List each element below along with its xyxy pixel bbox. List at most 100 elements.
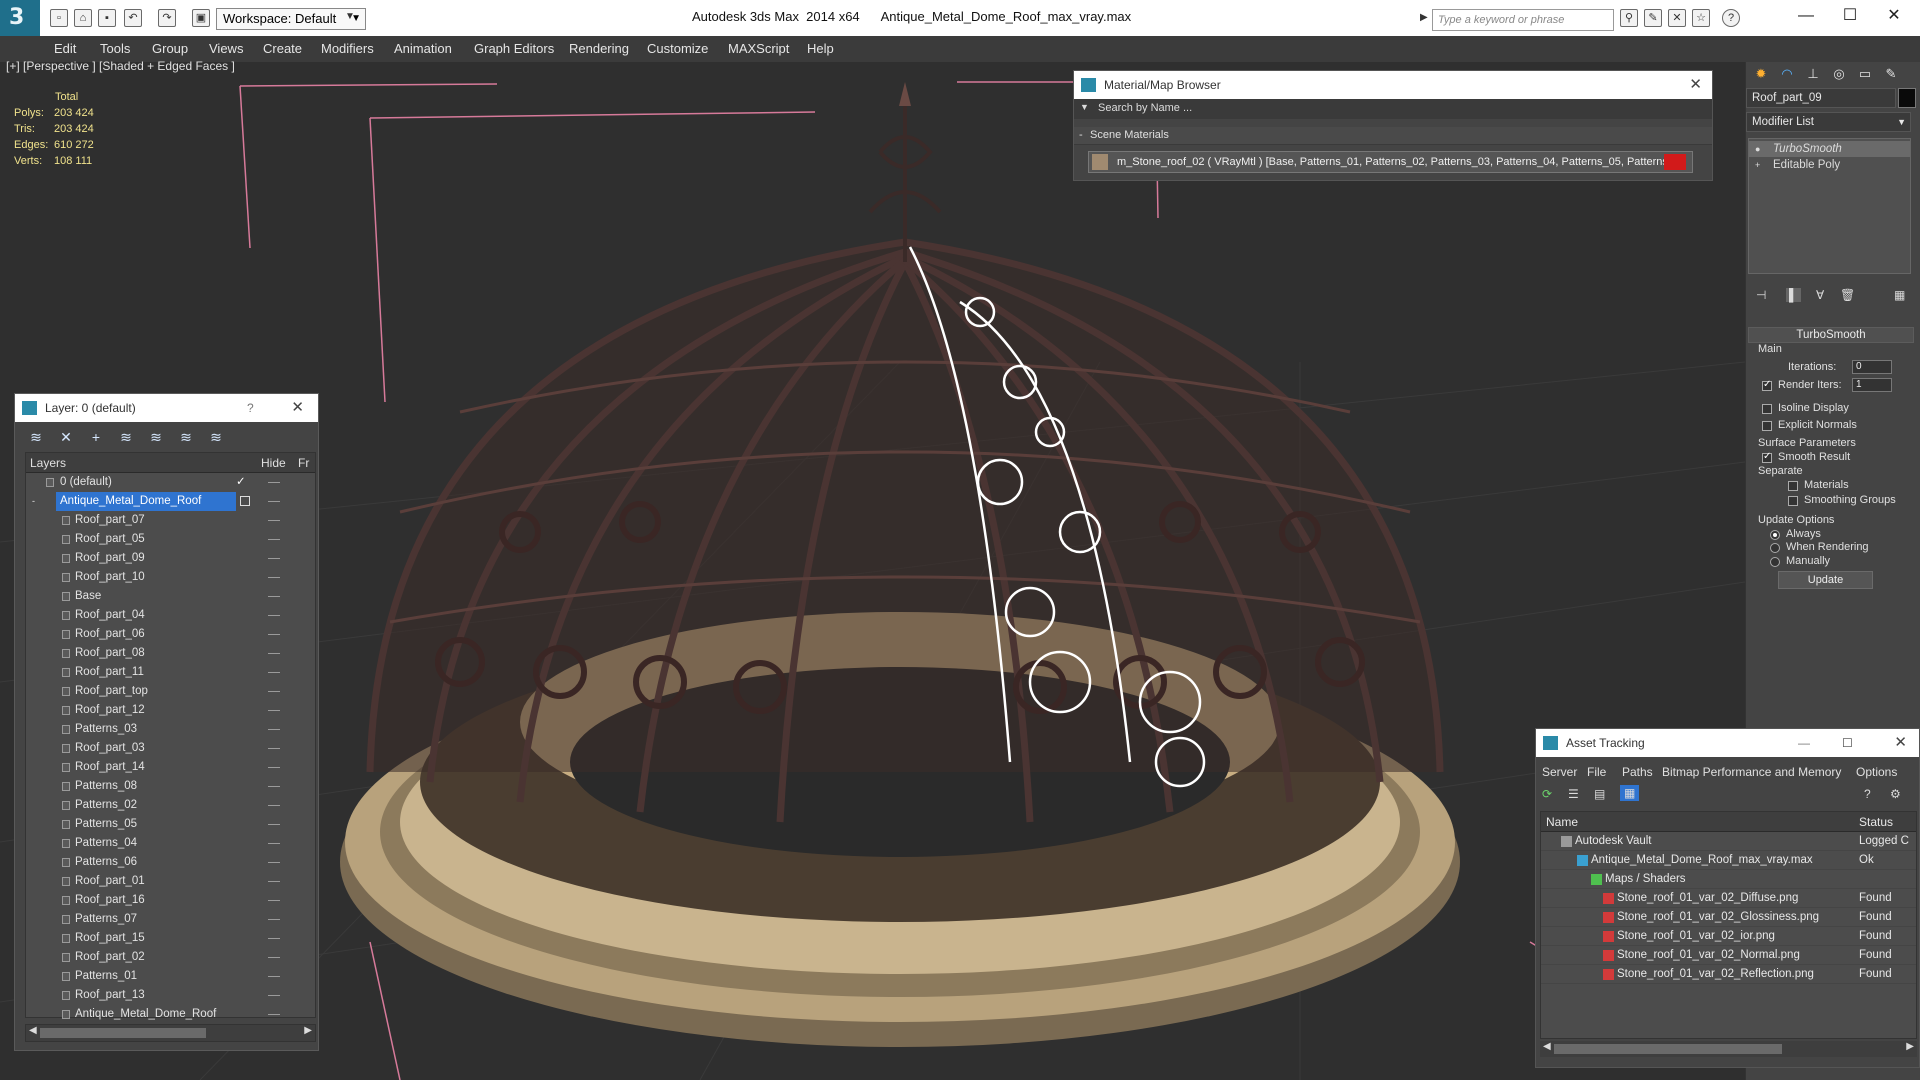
iterations-spinner[interactable]: 0 <box>1852 360 1892 374</box>
layer-object-row[interactable]: Patterns_03 <box>26 720 315 739</box>
object-name-field[interactable]: Roof_part_09 <box>1746 88 1896 108</box>
scroll-thumb[interactable] <box>1554 1044 1782 1054</box>
asset-menu-server[interactable]: Server <box>1542 765 1577 779</box>
help-icon[interactable]: ? <box>1722 9 1740 27</box>
asset-menu-paths[interactable]: Paths <box>1622 765 1653 779</box>
layer-object-row[interactable]: Roof_part_04 <box>26 606 315 625</box>
hide-toggle[interactable] <box>268 539 280 540</box>
layer-object-row[interactable]: Patterns_07 <box>26 910 315 929</box>
col-layers[interactable]: Layers <box>30 456 66 470</box>
asset-menu-file[interactable]: File <box>1587 765 1606 779</box>
maximize-icon[interactable]: ☐ <box>1842 729 1853 757</box>
layer-object-row[interactable]: Roof_part_07 <box>26 511 315 530</box>
menu-animation[interactable]: Animation <box>394 41 452 56</box>
hide-toggle[interactable] <box>268 900 280 901</box>
workspace-more-icon[interactable]: ▼ <box>345 11 355 22</box>
project-folder-icon[interactable]: ▣ <box>192 9 210 27</box>
layer-object-row[interactable]: Roof_part_13 <box>26 986 315 1005</box>
when-rendering-radio[interactable] <box>1770 543 1780 553</box>
remove-modifier-icon[interactable]: 🗑 <box>1840 288 1855 302</box>
hide-toggle[interactable] <box>268 577 280 578</box>
favorites-star-icon[interactable]: ☆ <box>1692 9 1710 27</box>
stack-item-editable-poly[interactable]: + Editable Poly <box>1749 157 1910 173</box>
save-icon[interactable]: ▪ <box>98 9 116 27</box>
collapse-icon[interactable]: - <box>1079 129 1083 141</box>
stack-item-turbosmooth[interactable]: ● TurboSmooth <box>1749 141 1910 157</box>
modifier-list-dropdown[interactable]: Modifier List ▼ <box>1746 112 1911 132</box>
lightbulb-icon[interactable]: ● <box>1755 141 1760 157</box>
hide-toggle[interactable] <box>268 786 280 787</box>
settings-icon[interactable]: ⚙ <box>1890 787 1901 801</box>
menu-graph-editors[interactable]: Graph Editors <box>474 41 554 56</box>
menu-group[interactable]: Group <box>152 41 188 56</box>
layer-object-row[interactable]: Roof_part_05 <box>26 530 315 549</box>
material-search-input[interactable]: ▼ Search by Name ... <box>1074 99 1712 119</box>
workspace-dropdown[interactable]: Workspace: Default ▼ <box>216 8 366 30</box>
binoculars-icon[interactable]: ⚲ <box>1620 9 1638 27</box>
scroll-left-icon[interactable]: ◀ <box>29 1025 37 1036</box>
asset-row[interactable]: Stone_roof_01_var_02_Normal.png Found <box>1541 946 1916 965</box>
close-icon[interactable]: ✕ <box>291 394 304 422</box>
scene-materials-group[interactable]: - Scene Materials <box>1074 127 1712 145</box>
layer-object-row[interactable]: Roof_part_14 <box>26 758 315 777</box>
layer-object-row[interactable]: Patterns_04 <box>26 834 315 853</box>
layer-row-default[interactable]: 0 (default) ✓ <box>26 473 315 492</box>
make-unique-icon[interactable]: ∀ <box>1816 288 1824 302</box>
layer-object-row[interactable]: Roof_part_09 <box>26 549 315 568</box>
asset-row[interactable]: Antique_Metal_Dome_Roof_max_vray.max Ok <box>1541 851 1916 870</box>
col-hide[interactable]: Hide <box>261 456 286 470</box>
layer-object-row[interactable]: Roof_part_16 <box>26 891 315 910</box>
layer-object-row[interactable]: Patterns_02 <box>26 796 315 815</box>
object-color-swatch[interactable] <box>1898 88 1916 108</box>
help-icon[interactable]: ? <box>247 394 254 422</box>
layer-object-row[interactable]: Roof_part_01 <box>26 872 315 891</box>
col-name[interactable]: Name <box>1546 815 1578 829</box>
asset-table[interactable]: Name Status Autodesk Vault Logged C Antiqu… <box>1540 811 1917 1039</box>
layer-list[interactable]: Layers Hide Fr 0 (default) ✓ - Antique_M… <box>25 452 316 1020</box>
hide-toggle[interactable] <box>268 976 280 977</box>
open-file-icon[interactable]: ⌂ <box>74 9 92 27</box>
layer-row-selected[interactable]: - Antique_Metal_Dome_Roof <box>26 492 315 511</box>
show-end-result-icon[interactable]: ▌ <box>1786 288 1801 302</box>
viewport-label[interactable]: [+] [Perspective ] [Shaded + Edged Faces… <box>6 59 235 73</box>
asset-row[interactable]: Autodesk Vault Logged C <box>1541 832 1916 851</box>
create-tab-icon[interactable]: ✹ <box>1750 65 1772 83</box>
asset-row[interactable]: Stone_roof_01_var_02_Diffuse.png Found <box>1541 889 1916 908</box>
delete-layer-icon[interactable]: ✕ <box>57 428 75 446</box>
asset-row[interactable]: Stone_roof_01_var_02_Glossiness.png Found <box>1541 908 1916 927</box>
refresh-icon[interactable]: ⟳ <box>1542 787 1552 801</box>
app-logo-icon[interactable]: 3 <box>0 0 40 36</box>
exchange-icon[interactable]: ✕ <box>1668 9 1686 27</box>
minimize-icon[interactable]: — <box>1798 729 1810 757</box>
list-view-icon[interactable]: ☰ <box>1568 787 1579 801</box>
close-icon[interactable]: ✕ <box>1689 71 1702 99</box>
freeze-all-icon[interactable]: ≋ <box>207 428 225 446</box>
active-check-icon[interactable]: ✓ <box>236 473 246 492</box>
menu-views[interactable]: Views <box>209 41 243 56</box>
isoline-checkbox[interactable] <box>1762 404 1772 414</box>
material-browser-titlebar[interactable]: Material/Map Browser ✕ <box>1074 71 1712 99</box>
hide-toggle[interactable] <box>268 843 280 844</box>
expand-icon[interactable]: + <box>1755 157 1760 173</box>
menu-modifiers[interactable]: Modifiers <box>321 41 374 56</box>
asset-menu-options[interactable]: Options <box>1856 765 1897 779</box>
layer-object-row[interactable]: Antique_Metal_Dome_Roof <box>26 1005 315 1024</box>
layer-object-row[interactable]: Roof_part_08 <box>26 644 315 663</box>
highlight-layer-icon[interactable]: ≋ <box>147 428 165 446</box>
smooth-result-checkbox[interactable] <box>1762 451 1772 463</box>
smoothing-groups-checkbox[interactable] <box>1788 496 1798 506</box>
hide-all-icon[interactable]: ≋ <box>177 428 195 446</box>
motion-tab-icon[interactable]: ◎ <box>1828 65 1850 83</box>
hide-toggle[interactable] <box>268 558 280 559</box>
hide-toggle[interactable] <box>268 596 280 597</box>
current-layer-box[interactable] <box>240 496 250 506</box>
scroll-thumb[interactable] <box>40 1028 206 1038</box>
scroll-left-icon[interactable]: ◀ <box>1543 1041 1551 1052</box>
layer-object-row[interactable]: Patterns_05 <box>26 815 315 834</box>
close-button[interactable]: ✕ <box>1874 4 1914 28</box>
layer-object-row[interactable]: Roof_part_10 <box>26 568 315 587</box>
redo-icon[interactable]: ↷ <box>158 9 176 27</box>
asset-menu-bitmap[interactable]: Bitmap Performance and Memory <box>1662 765 1841 779</box>
hide-toggle[interactable] <box>268 919 280 920</box>
hide-toggle[interactable] <box>268 653 280 654</box>
